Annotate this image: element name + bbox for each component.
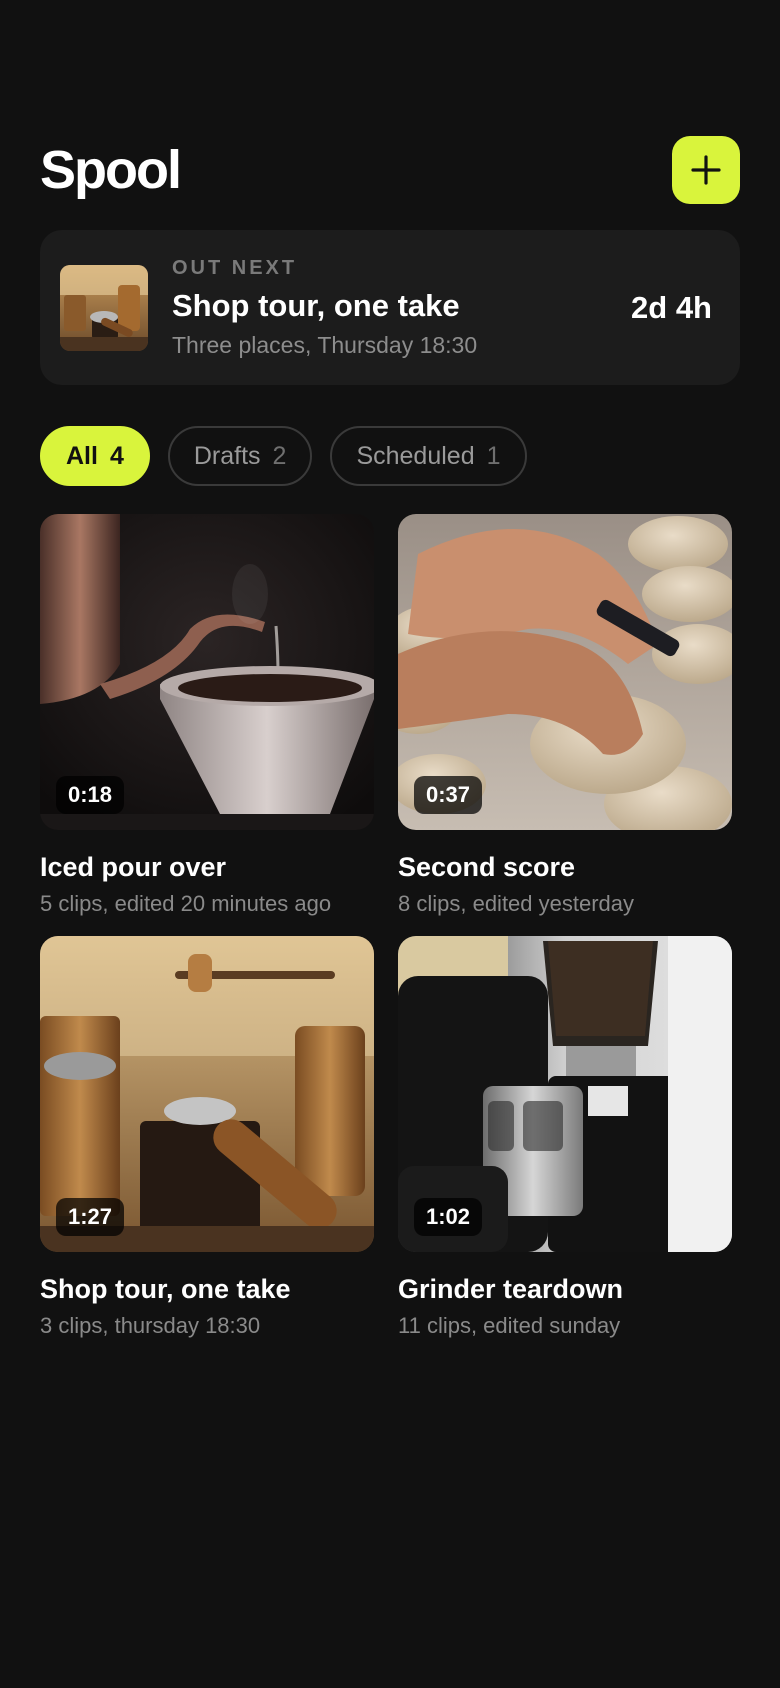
video-duration: 0:18 [56, 776, 125, 814]
filter-chip-label: Drafts [193, 441, 261, 470]
video-title: Second score [398, 852, 576, 882]
add-button[interactable] [672, 136, 740, 204]
video-duration: 1:27 [56, 1198, 125, 1236]
video-title: Shop tour, one take [40, 1274, 291, 1304]
app-title: Spool [40, 140, 182, 200]
video-meta: 11 clips, edited sunday [398, 1313, 621, 1338]
video-thumbnail: 1:02 [398, 936, 732, 1252]
out-next-text: OUT NEXT Shop tour, one take Three place… [172, 257, 631, 359]
out-next-countdown: 2d 4h [631, 289, 712, 325]
video-meta: 8 clips, edited yesterday [398, 891, 635, 916]
filter-chip-label: Scheduled [356, 441, 475, 470]
video-title: Grinder teardown [398, 1274, 624, 1304]
header: Spool [40, 136, 740, 204]
video-meta: 3 clips, thursday 18:30 [40, 1313, 261, 1338]
filter-chip-count: 4 [109, 441, 124, 470]
filter-chip-label: All [66, 441, 98, 470]
filter-chip-count: 1 [486, 441, 501, 470]
video-thumbnail: 0:18 [40, 514, 374, 830]
video-thumbnail: 0:37 [398, 514, 732, 830]
video-thumbnail: 1:27 [40, 936, 374, 1252]
video-duration: 0:37 [414, 776, 483, 814]
filter-chip-drafts[interactable]: Drafts 2 [167, 426, 313, 486]
out-next-card[interactable]: OUT NEXT Shop tour, one take Three place… [40, 230, 740, 385]
video-card[interactable]: 0:18 Iced pour over 5 clips, edited 20 m… [40, 514, 374, 917]
out-next-title: Shop tour, one take [172, 287, 460, 323]
out-next-eyebrow: OUT NEXT [172, 256, 298, 279]
video-card[interactable]: 1:27 Shop tour, one take 3 clips, thursd… [40, 936, 374, 1339]
plus-icon [691, 155, 721, 185]
filter-chips: All 4 Drafts 2 Scheduled 1 [40, 426, 527, 486]
video-meta: 5 clips, edited 20 minutes ago [40, 891, 332, 916]
filter-chip-scheduled[interactable]: Scheduled 1 [330, 426, 527, 486]
filter-chip-count: 2 [272, 441, 287, 470]
video-card[interactable]: 0:37 Second score 8 clips, edited yester… [398, 514, 732, 917]
out-next-thumbnail [60, 264, 148, 351]
video-card[interactable]: 1:02 Grinder teardown 11 clips, edited s… [398, 936, 732, 1339]
video-duration: 1:02 [414, 1198, 483, 1236]
filter-chip-all[interactable]: All 4 [40, 426, 150, 486]
out-next-subtitle: Three places, Thursday 18:30 [172, 331, 478, 358]
video-title: Iced pour over [40, 852, 227, 882]
